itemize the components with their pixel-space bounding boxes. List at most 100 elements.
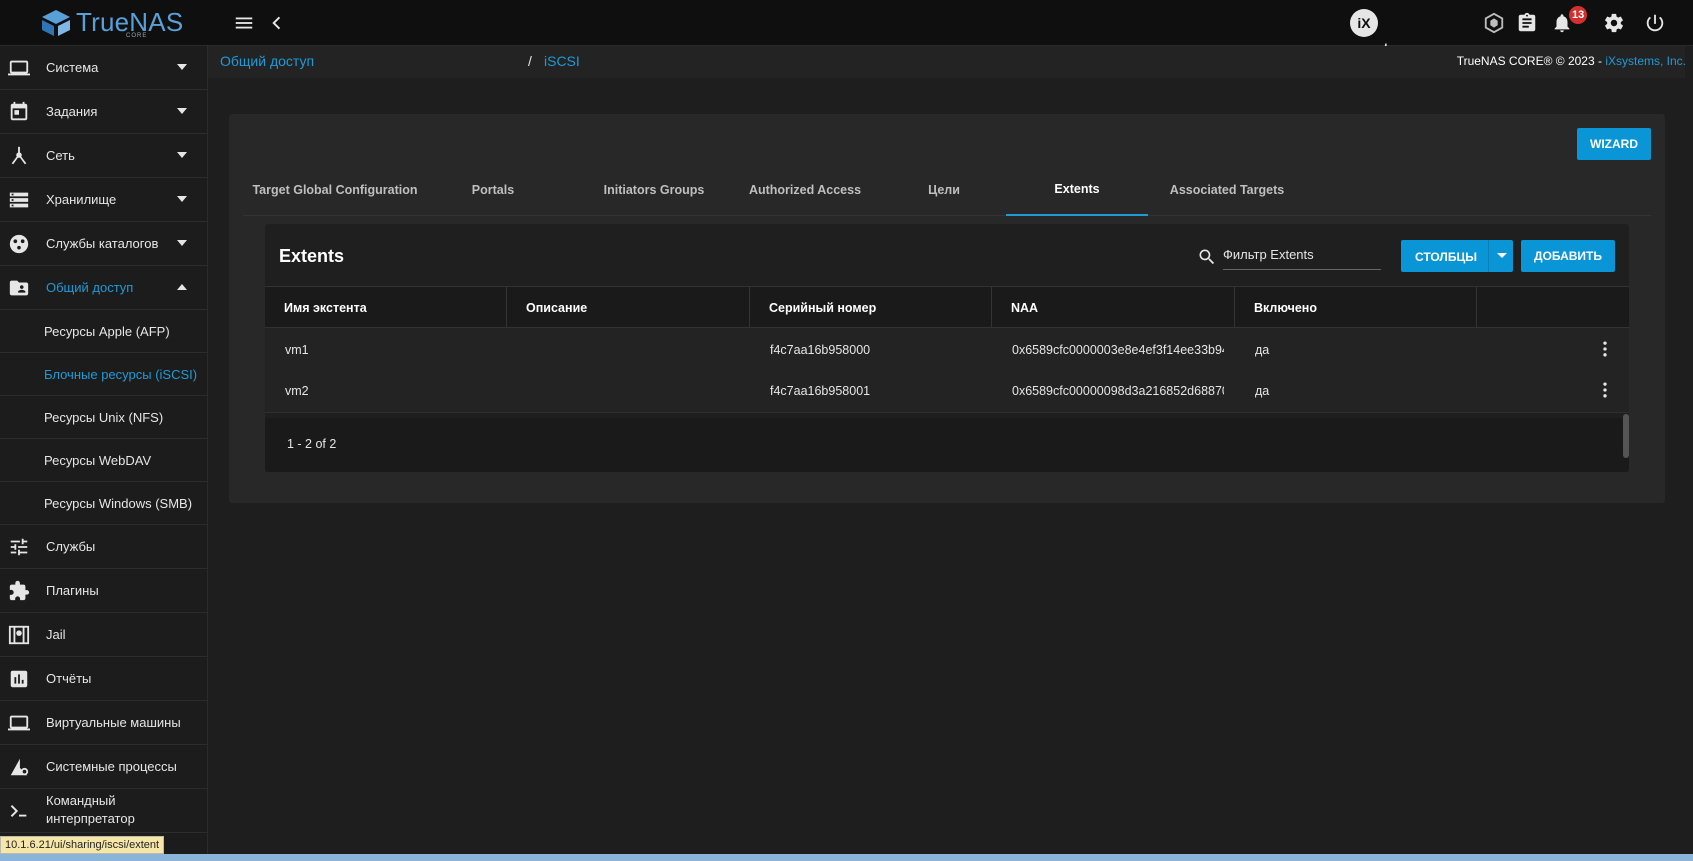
logo-subtext: CORE: [126, 33, 148, 39]
truenas-logo[interactable]: TrueNAS CORE: [40, 7, 190, 39]
column-header-naa[interactable]: NAA: [992, 287, 1235, 329]
sidebar-subitem-iscsi[interactable]: Блочные ресурсы (iSCSI): [0, 353, 207, 396]
cell-description: [507, 328, 750, 372]
breadcrumb-iscsi[interactable]: iSCSI: [544, 53, 580, 69]
truenas-logo-icon: [42, 10, 70, 36]
sidebar-item-system[interactable]: Система: [0, 46, 207, 90]
chevron-left-icon[interactable]: [264, 11, 288, 35]
sidebar-item-storage[interactable]: Хранилище: [0, 178, 207, 222]
table-row[interactable]: vm1 f4c7aa16b958000 0x6589cfc0000003e8e4…: [265, 328, 1629, 372]
iscsi-tabs: Target Global Configuration Portals Init…: [243, 164, 1651, 216]
breadcrumb-separator: /: [528, 53, 532, 69]
extents-table-card: Extents СТОЛБЦЫ ДОБАВИТЬ Имя экстента Оп…: [265, 224, 1629, 472]
tab-authorized-access[interactable]: Authorized Access: [743, 164, 867, 216]
sidebar-subitem-nfs[interactable]: Ресурсы Unix (NFS): [0, 396, 207, 439]
network-icon: [8, 145, 30, 167]
cell-name: vm1: [285, 343, 309, 357]
laptop-icon: [8, 57, 30, 79]
table-header: Имя экстента Описание Серийный номер NAA…: [265, 286, 1629, 329]
copyright: TrueNAS CORE® © 2023 - iXsystems, Inc.: [1457, 54, 1686, 68]
column-header-enabled[interactable]: Включено: [1235, 287, 1477, 329]
directory-icon: [8, 233, 30, 255]
sidebar-item-directory-services[interactable]: Службы каталогов: [0, 222, 207, 266]
sidebar-subitem-webdav[interactable]: Ресурсы WebDAV: [0, 439, 207, 482]
pagination: 1 - 2 of 2: [265, 418, 1629, 472]
tune-icon: [8, 536, 30, 558]
sidebar-subitem-afp[interactable]: Ресурсы Apple (AFP): [0, 310, 207, 353]
monitor-icon: [8, 712, 30, 734]
iscsi-card: WIZARD Target Global Configuration Porta…: [229, 114, 1665, 503]
clipboard-icon[interactable]: [1515, 11, 1539, 35]
sidebar-item-virtual-machines[interactable]: Виртуальные машины: [0, 701, 207, 745]
os-taskbar: [0, 854, 1693, 861]
power-icon[interactable]: [1643, 11, 1667, 35]
tab-extents[interactable]: Extents: [1006, 164, 1148, 216]
tab-targets[interactable]: Цели: [901, 164, 987, 216]
column-header-extent-name[interactable]: Имя экстента: [265, 287, 507, 329]
sidebar-item-system-processes[interactable]: Системные процессы: [0, 745, 207, 789]
sidebar-item-label: Службы каталогов: [46, 235, 159, 251]
breadcrumb-sharing[interactable]: Общий доступ: [220, 53, 314, 69]
column-header-actions: [1477, 287, 1629, 329]
sidebar-item-tasks[interactable]: Задания: [0, 90, 207, 134]
more-vert-icon[interactable]: [1595, 379, 1615, 401]
status-url-tooltip: 10.1.6.21/ui/sharing/iscsi/extent: [0, 836, 165, 854]
sidebar-item-reports[interactable]: Отчёты: [0, 657, 207, 701]
column-header-serial[interactable]: Серийный номер: [750, 287, 992, 329]
sidebar-item-sharing[interactable]: Общий доступ: [0, 266, 207, 310]
more-vert-icon[interactable]: [1595, 338, 1615, 360]
table-scrollbar[interactable]: [1623, 414, 1629, 458]
top-bar: TrueNAS CORE iXsystems 13: [0, 0, 1693, 63]
menu-icon[interactable]: [232, 11, 256, 35]
sidebar-item-shell[interactable]: Командный интерпретатор: [0, 789, 207, 833]
column-header-description[interactable]: Описание: [507, 287, 750, 329]
storage-icon: [8, 189, 30, 211]
add-button[interactable]: ДОБАВИТЬ: [1521, 240, 1615, 272]
puzzle-icon: [8, 580, 30, 602]
cell-naa: 0x6589cfc00000098d3a216852d68870de: [1012, 384, 1224, 398]
sidebar-item-label: Общий доступ: [46, 279, 134, 295]
sidebar-item-label: Командный интерпретатор: [46, 793, 135, 826]
tab-target-global-configuration[interactable]: Target Global Configuration: [243, 164, 427, 216]
sidebar-item-plugins[interactable]: Плагины: [0, 569, 207, 613]
table-row[interactable]: vm2 f4c7aa16b958001 0x6589cfc00000098d3a…: [265, 369, 1629, 413]
pagination-range: 1 - 2 of 2: [287, 437, 337, 451]
sidebar-item-label: Система: [46, 59, 99, 75]
tab-associated-targets[interactable]: Associated Targets: [1160, 164, 1294, 216]
chevron-down-icon: [177, 152, 187, 158]
truecommand-icon[interactable]: [1482, 11, 1506, 35]
sidebar-item-jail[interactable]: Jail: [0, 613, 207, 657]
sidebar: Система Задания Сеть Хранилище Службы ка…: [0, 46, 208, 854]
sidebar-subitem-smb[interactable]: Ресурсы Windows (SMB): [0, 482, 207, 525]
tab-portals[interactable]: Portals: [450, 164, 536, 216]
ixsystems-logo[interactable]: iXsystems: [1350, 9, 1455, 63]
columns-button[interactable]: СТОЛБЦЫ: [1401, 240, 1513, 272]
folder-shared-icon: [8, 277, 30, 299]
tab-initiators-groups[interactable]: Initiators Groups: [589, 164, 719, 216]
search-icon: [1197, 247, 1217, 267]
sidebar-item-label: Плагины: [46, 582, 99, 598]
ixsystems-link[interactable]: iXsystems, Inc.: [1605, 54, 1686, 68]
jail-icon: [8, 624, 30, 646]
page-scrollbar[interactable]: [1685, 46, 1693, 854]
cell-name: vm2: [285, 384, 309, 398]
chevron-up-icon: [177, 284, 187, 290]
chevron-down-icon[interactable]: [1488, 240, 1513, 272]
sidebar-item-services[interactable]: Службы: [0, 525, 207, 569]
breadcrumb: Общий доступ / iSCSI TrueNAS CORE® © 202…: [208, 46, 1693, 78]
notifications-badge: 13: [1569, 6, 1588, 24]
sidebar-item-network[interactable]: Сеть: [0, 134, 207, 178]
cell-description: [507, 369, 750, 413]
chevron-down-icon: [177, 196, 187, 202]
sidebar-item-label: Виртуальные машины: [46, 714, 181, 730]
wizard-button[interactable]: WIZARD: [1577, 128, 1651, 160]
columns-button-label: СТОЛБЦЫ: [1415, 250, 1477, 264]
ix-mark-icon: iX: [1350, 9, 1378, 38]
sidebar-item-label: Хранилище: [46, 191, 117, 207]
cell-enabled: да: [1255, 384, 1270, 398]
chevron-down-icon: [177, 240, 187, 246]
filter-extents-input[interactable]: [1223, 240, 1381, 270]
cell-naa: 0x6589cfc0000003e8e4ef3f14ee33b94a: [1012, 343, 1224, 357]
truenas-app: TrueNAS CORE iXsystems 13: [0, 0, 1693, 861]
gear-icon[interactable]: [1602, 11, 1626, 35]
